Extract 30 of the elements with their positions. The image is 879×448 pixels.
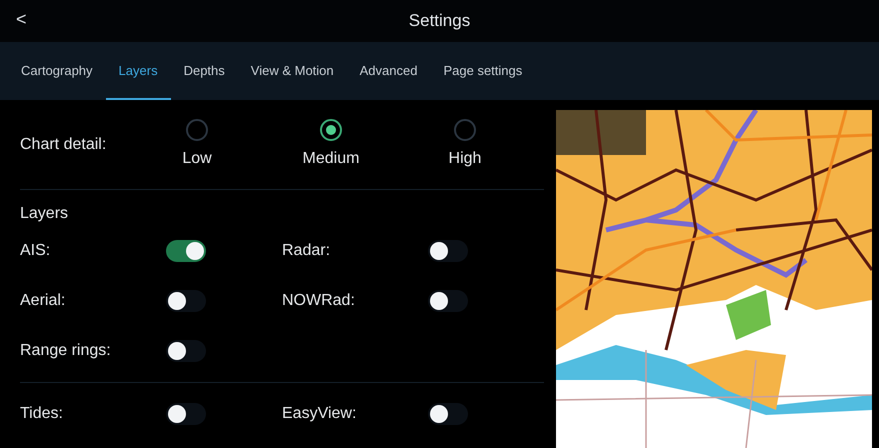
radio-button[interactable] (454, 118, 476, 140)
window-title: Settings (408, 10, 470, 32)
toggle-switch[interactable] (428, 240, 468, 262)
radio-label: Medium (302, 148, 360, 168)
toggle-switch[interactable] (166, 340, 206, 362)
toggle-switch[interactable] (428, 403, 468, 425)
tab[interactable]: Page settings (430, 42, 536, 100)
layer-label: Tides: (20, 404, 64, 424)
section-heading: Layers (20, 204, 68, 224)
back-button[interactable]: < (16, 10, 27, 28)
chart-detail-label: Chart detail: (20, 134, 108, 154)
layer-label: Aerial: (20, 291, 66, 311)
layer-label: Radar: (282, 241, 332, 261)
tab[interactable]: Cartography (8, 42, 106, 100)
toggle-switch[interactable] (166, 240, 206, 262)
radio-label: High (448, 148, 482, 168)
toggle-switch[interactable] (428, 290, 468, 312)
layer-label: AIS: (20, 241, 52, 261)
toggle-switch[interactable] (166, 290, 206, 312)
radio-label: Low (182, 148, 212, 168)
tab[interactable]: Depths (170, 42, 238, 100)
tab[interactable]: Advanced (346, 42, 430, 100)
layer-label: NOWRad: (282, 291, 356, 311)
tab[interactable]: Layers (106, 42, 171, 100)
radio-button[interactable] (186, 118, 208, 140)
radio-button[interactable] (320, 118, 342, 140)
layer-label: Range rings: (20, 341, 112, 361)
tab[interactable]: View & Motion (238, 42, 347, 100)
toggle-switch[interactable] (166, 403, 206, 425)
layer-label: EasyView: (282, 404, 358, 424)
